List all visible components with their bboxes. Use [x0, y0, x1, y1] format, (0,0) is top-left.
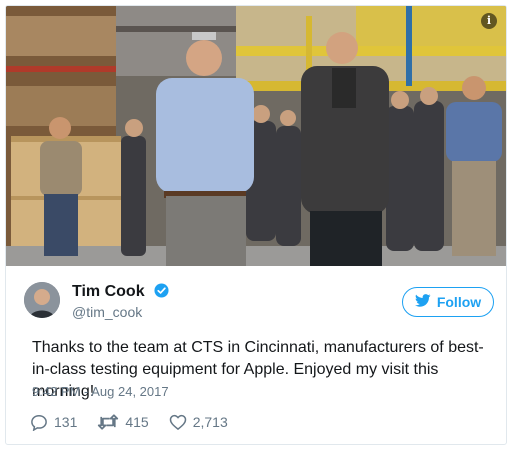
info-icon[interactable]: i — [481, 13, 497, 29]
like-count: 2,713 — [192, 414, 228, 430]
tweet-author: Tim Cook @tim_cook Follow — [24, 282, 494, 324]
author-handle[interactable]: @tim_cook — [72, 303, 169, 321]
factory-photo-illustration — [6, 6, 506, 266]
tweet-actions: 131 415 2,713 — [30, 411, 248, 433]
retweet-count: 415 — [125, 414, 149, 430]
tweet-timestamp[interactable]: 9:42 PM - Aug 24, 2017 — [32, 384, 169, 399]
avatar[interactable] — [24, 282, 60, 318]
like-button[interactable]: 2,713 — [169, 414, 228, 430]
reply-icon — [30, 414, 48, 431]
tweet-photo[interactable]: i — [6, 6, 506, 266]
heart-icon — [169, 414, 187, 430]
avatar-image — [24, 282, 60, 318]
reply-count: 131 — [54, 414, 78, 430]
retweet-button[interactable]: 415 — [97, 414, 149, 430]
tweet-card: i Tim Cook @tim_cook Follow Thanks to th… — [5, 5, 507, 445]
author-names: Tim Cook @tim_cook — [72, 282, 169, 321]
reply-button[interactable]: 131 — [30, 414, 77, 431]
twitter-bird-icon — [414, 294, 431, 310]
follow-label: Follow — [436, 294, 482, 310]
retweet-icon — [97, 414, 119, 430]
follow-button[interactable]: Follow — [402, 287, 494, 317]
verified-badge-icon — [154, 283, 169, 303]
author-display-name[interactable]: Tim Cook — [72, 282, 145, 302]
